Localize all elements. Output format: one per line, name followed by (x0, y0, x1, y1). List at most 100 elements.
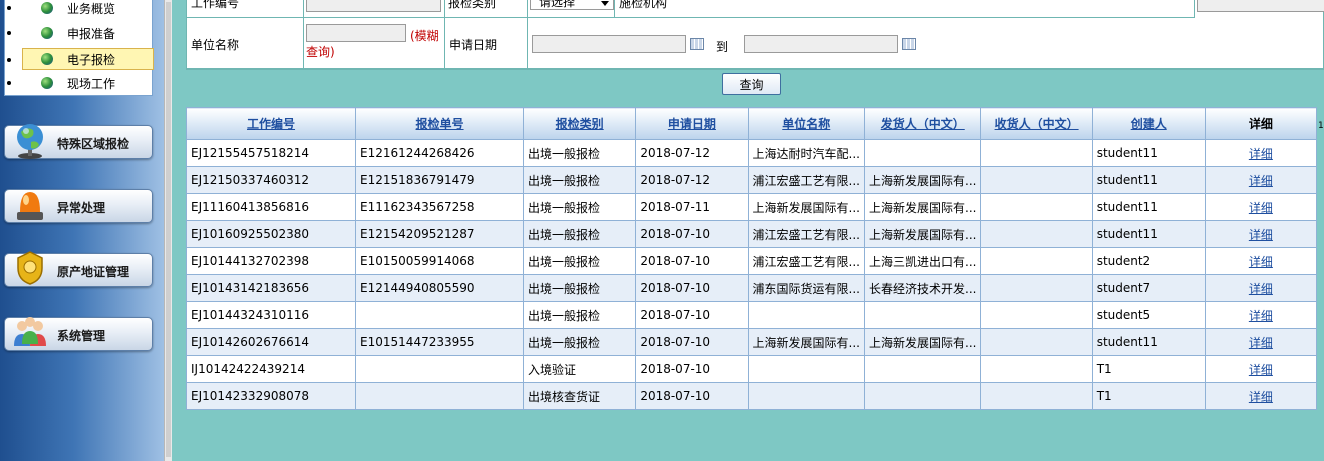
agency-label: 施检机构 (619, 0, 668, 10)
inspection-type-label: 报检类别 (448, 0, 497, 10)
table-row[interactable]: EJ10142602676614 E10151447233955 出境一般报检 201… (185, 328, 1318, 356)
globe-icon (41, 53, 53, 65)
table-row[interactable]: EJ12155457518214 E12161244268426 出境一般报检 201… (185, 139, 1318, 167)
cell-consignee (980, 166, 1093, 194)
cell-inspection-no: E10150059914068 (355, 247, 525, 275)
detail-link[interactable]: 详细 (1204, 328, 1318, 356)
bullet-icon (7, 58, 11, 62)
cell-unit-name: 上海新发展国际有... (747, 328, 866, 356)
cell-shipper (863, 301, 982, 329)
cell-shipper: 上海新发展国际有... (863, 166, 982, 194)
cell-inspection-type: 出境一般报检 (523, 166, 637, 194)
section-origin-certificate[interactable]: 原产地证管理 (4, 251, 153, 287)
table-row[interactable]: EJ12150337460312 E12151836791479 出境一般报检 201… (185, 166, 1318, 194)
cell-unit-name (747, 301, 866, 329)
left-sidebar: 业务概览 申报准备 电子报检 现场工作 特殊区域报检 异常处理 原产地证管理 系… (0, 0, 164, 461)
detail-link[interactable]: 详细 (1204, 139, 1318, 167)
column-header-shipper[interactable]: 发货人（中文） (863, 107, 982, 140)
detail-link[interactable]: 详细 (1204, 220, 1318, 248)
detail-link[interactable]: 详细 (1204, 193, 1318, 221)
detail-link[interactable]: 详细 (1204, 382, 1318, 410)
submenu-item-overview[interactable]: 业务概览 (5, 0, 154, 19)
form-cell: 到 (528, 18, 1324, 69)
table-row[interactable]: EJ11160413856816 E11162343567258 出境一般报检 201… (185, 193, 1318, 221)
alarm-light-icon (17, 192, 43, 220)
section-special-zone[interactable]: 特殊区域报检 (4, 124, 153, 159)
calendar-icon[interactable] (902, 38, 916, 50)
form-cell: 报检类别 (445, 0, 528, 18)
table-row[interactable]: EJ10143142183656 E12144940805590 出境一般报检 201… (185, 274, 1318, 302)
cell-unit-name: 浦江宏盛工艺有限... (747, 247, 866, 275)
cell-inspection-no (355, 355, 525, 383)
detail-link[interactable]: 详细 (1204, 247, 1318, 275)
cell-unit-name (747, 382, 866, 410)
results-table: 工作编号 报检单号 报检类别 申请日期 单位名称 发货人（中文） 收货人（中文）… (185, 107, 1318, 410)
bullet-icon (7, 31, 11, 35)
column-header-inspection-no[interactable]: 报检单号 (355, 107, 525, 140)
detail-link[interactable]: 详细 (1204, 166, 1318, 194)
column-header-work-no[interactable]: 工作编号 (185, 107, 357, 140)
detail-link[interactable]: 详细 (1204, 274, 1318, 302)
cell-shipper (863, 355, 982, 383)
cell-unit-name: 上海新发展国际有... (747, 193, 866, 221)
table-row[interactable]: EJ10160925502380 E12154209521287 出境一般报检 201… (185, 220, 1318, 248)
cell-consignee (980, 328, 1093, 356)
sidebar-scrollbar[interactable] (164, 0, 172, 461)
date-range-to-label: 到 (716, 40, 729, 54)
table-row[interactable]: IJ10142422439214 入境验证 2018-07-10 T1 详细 (185, 355, 1318, 383)
calendar-icon[interactable] (690, 38, 704, 50)
users-icon (14, 317, 46, 346)
cell-unit-name: 浦江宏盛工艺有限... (747, 166, 866, 194)
cell-inspection-no: E12154209521287 (355, 220, 525, 248)
form-cell: 申请日期 (445, 18, 528, 69)
cell-consignee (980, 139, 1093, 167)
submenu-item-label: 业务概览 (67, 1, 116, 16)
column-header-unit-name[interactable]: 单位名称 (747, 107, 866, 140)
cell-apply-date: 2018-07-12 (635, 166, 749, 194)
cell-inspection-no (355, 382, 525, 410)
submenu-item-e-inspection[interactable]: 电子报检 (22, 48, 154, 70)
table-row[interactable]: EJ10144324310116 出境一般报检 2018-07-10 student5… (185, 301, 1318, 329)
column-header-creator[interactable]: 创建人 (1091, 107, 1206, 140)
submenu-item-declaration-prep[interactable]: 申报准备 (5, 22, 154, 44)
cell-creator: student7 (1091, 274, 1206, 302)
cell-apply-date: 2018-07-10 (635, 382, 749, 410)
table-row[interactable]: EJ10144132702398 E10150059914068 出境一般报检 201… (185, 247, 1318, 275)
section-exception-handling[interactable]: 异常处理 (4, 189, 153, 223)
cell-work-no: EJ11160413856816 (185, 193, 357, 221)
table-row[interactable]: EJ10142332908078 出境核查货证 2018-07-10 T1 详细 (185, 382, 1318, 410)
apply-date-start-input[interactable] (532, 35, 686, 53)
section-label: 特殊区域报检 (57, 137, 130, 151)
agency-input[interactable] (1197, 0, 1324, 12)
query-button[interactable]: 查询 (722, 73, 781, 95)
form-cell: 施检机构 (615, 0, 1195, 18)
apply-date-end-input[interactable] (744, 35, 898, 53)
column-header-apply-date[interactable]: 申请日期 (635, 107, 749, 140)
apply-date-label: 申请日期 (449, 38, 498, 52)
cell-apply-date: 2018-07-10 (635, 328, 749, 356)
cell-consignee (980, 382, 1093, 410)
globe-icon (41, 77, 53, 89)
section-system-admin[interactable]: 系统管理 (4, 317, 153, 351)
globe-icon (41, 27, 53, 39)
column-header-consignee[interactable]: 收货人（中文） (980, 107, 1093, 140)
submenu-item-field-work[interactable]: 现场工作 (5, 72, 154, 94)
cell-shipper: 上海新发展国际有... (863, 193, 982, 221)
scrollbar-thumb[interactable] (166, 2, 171, 457)
cell-apply-date: 2018-07-10 (635, 355, 749, 383)
work-no-input[interactable] (306, 0, 441, 12)
submenu-item-label: 现场工作 (67, 76, 116, 91)
cell-inspection-no: E10151447233955 (355, 328, 525, 356)
detail-link[interactable]: 详细 (1204, 301, 1318, 329)
fuzzy-query-note: (模糊查询) (306, 29, 439, 59)
cell-apply-date: 2018-07-10 (635, 301, 749, 329)
select-value: 请选择 (539, 0, 576, 9)
globe-icon (17, 124, 43, 159)
detail-link[interactable]: 详细 (1204, 355, 1318, 383)
inspection-type-select[interactable]: 请选择 (530, 0, 614, 10)
cell-creator: student11 (1091, 139, 1206, 167)
column-header-inspection-type[interactable]: 报检类别 (523, 107, 637, 140)
section-label: 原产地证管理 (57, 265, 130, 279)
cell-inspection-no (355, 301, 525, 329)
section-label: 系统管理 (57, 329, 106, 343)
